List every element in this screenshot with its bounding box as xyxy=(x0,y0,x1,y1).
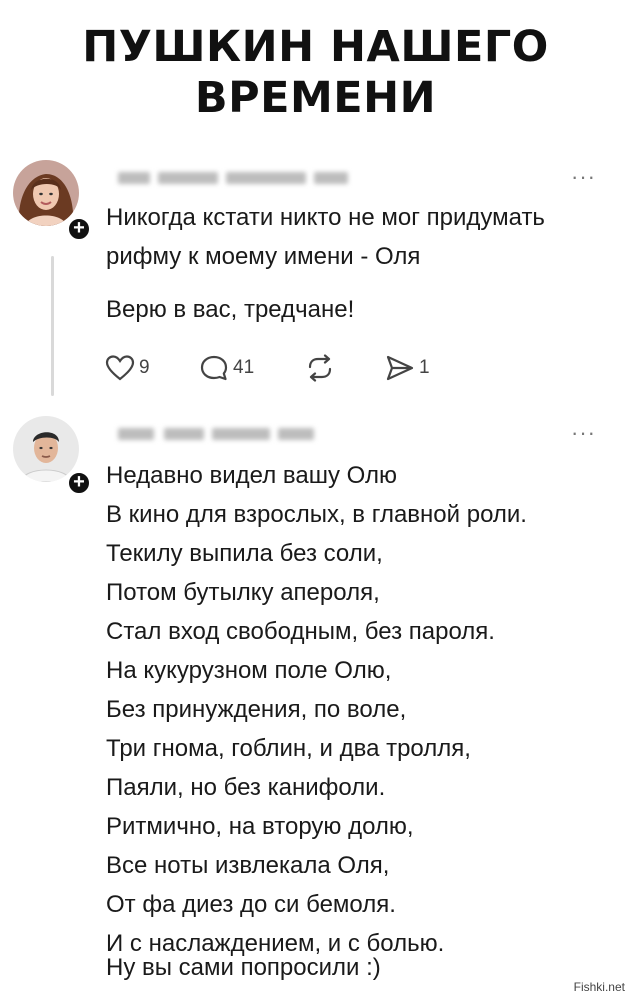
title-line-2: ВРЕМЕНИ xyxy=(194,73,437,123)
username-blurred[interactable] xyxy=(118,428,318,442)
title-line-1: ПУШКИН НАШЕГО xyxy=(82,22,549,72)
poem-line: Потом бутылку апероля, xyxy=(106,579,380,606)
post-line: Верю в вас, тредчане! xyxy=(106,296,355,323)
page-title: ПУШКИН НАШЕГО ВРЕМЕНИ xyxy=(0,22,631,124)
poem-line: Стал вход свободным, без пароля. xyxy=(106,618,495,645)
post-line: Никогда кстати никто не мог придумать xyxy=(106,204,545,231)
thread-line xyxy=(51,256,54,396)
heart-icon xyxy=(105,355,135,381)
follow-plus-icon[interactable]: + xyxy=(66,216,92,242)
post-text: Никогда кстати никто не мог придумать ри… xyxy=(106,198,616,276)
like-count: 9 xyxy=(139,357,150,378)
post-line: рифму к моему имени - Оля xyxy=(106,243,421,270)
poem-line: Паяли, но без канифоли. xyxy=(106,774,386,801)
poem-line: Все ноты извлекала Оля, xyxy=(106,852,390,879)
poem-line: Без принуждения, по воле, xyxy=(106,696,407,723)
poem-line: Текилу выпила без соли, xyxy=(106,540,383,567)
more-options-icon[interactable]: ··· xyxy=(571,166,596,188)
poem-line: От фа диез до си бемоля. xyxy=(106,891,396,918)
poem-line: Три гнома, гоблин, и два тролля, xyxy=(106,735,471,762)
comment-bubble-icon xyxy=(200,355,228,381)
repost-button[interactable] xyxy=(305,354,335,382)
share-button[interactable]: 1 xyxy=(385,354,430,382)
poem-line: Ритмично, на вторую долю, xyxy=(106,813,414,840)
share-count: 1 xyxy=(419,357,430,378)
more-options-icon[interactable]: ··· xyxy=(571,422,596,444)
repost-arrows-icon xyxy=(308,354,332,382)
follow-plus-icon[interactable]: + xyxy=(66,470,92,496)
post-extra-text: Верю в вас, тредчане! xyxy=(106,290,616,329)
comment-button[interactable]: 41 xyxy=(199,354,254,382)
poem-line: На кукурузном поле Олю, xyxy=(106,657,392,684)
watermark: Fishki.net xyxy=(573,980,625,994)
send-icon xyxy=(386,355,414,381)
poem-line: В кино для взрослых, в главной роли. xyxy=(106,501,527,528)
username-blurred[interactable] xyxy=(118,172,358,186)
post-line: Ну вы сами попросили :) xyxy=(106,954,381,981)
comment-count: 41 xyxy=(233,357,255,378)
poem-text: Недавно видел вашу Олю В кино для взросл… xyxy=(106,456,616,963)
poem-line: Недавно видел вашу Олю xyxy=(106,462,398,489)
post-extra-text: Ну вы сами попросили :) xyxy=(106,948,616,987)
like-button[interactable]: 9 xyxy=(105,354,150,382)
avatar[interactable] xyxy=(13,160,79,226)
avatar[interactable] xyxy=(13,416,79,482)
